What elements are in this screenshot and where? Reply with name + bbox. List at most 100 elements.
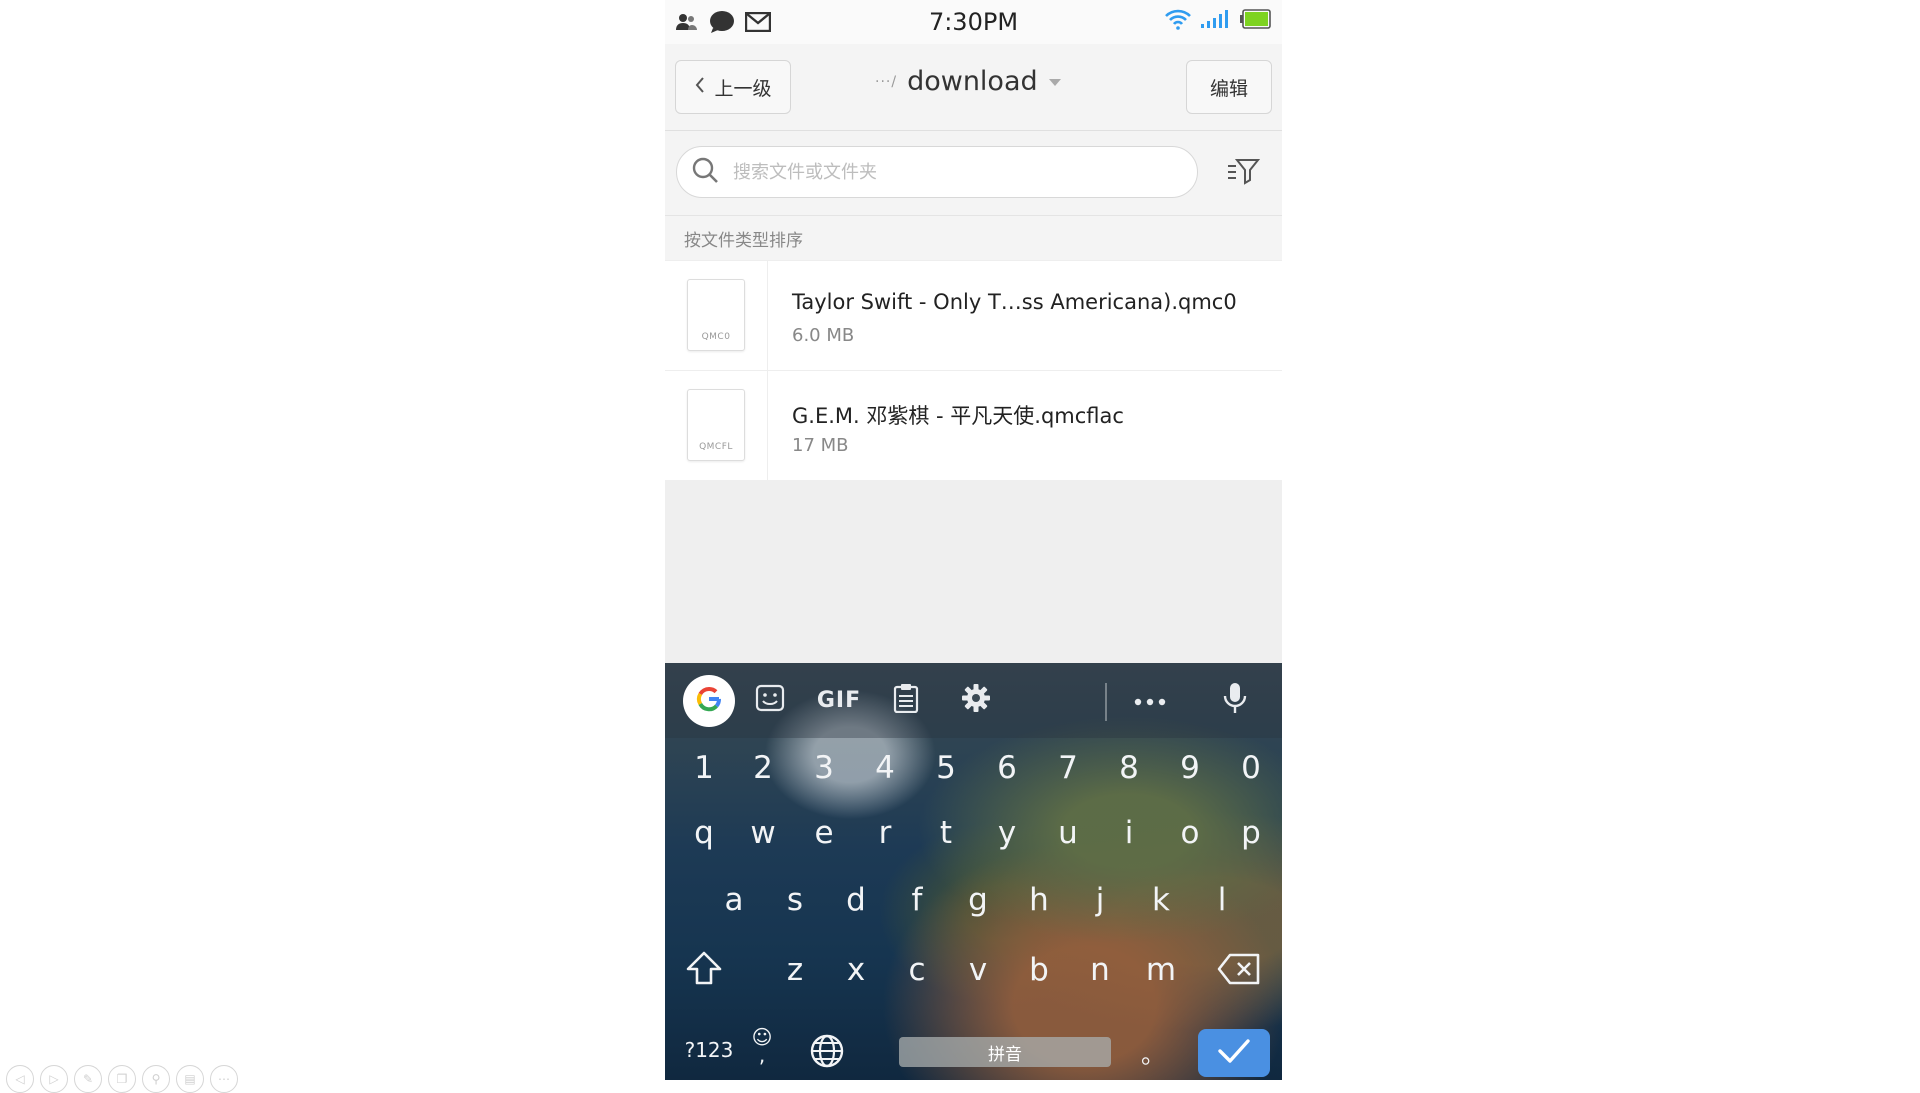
key-p[interactable]: p [1226,815,1276,851]
symbols-key[interactable]: ?123 [679,1038,739,1062]
google-icon [692,682,726,720]
period-key[interactable]: 。 [1133,1035,1173,1070]
search-icon [691,156,719,188]
key-e[interactable]: e [799,815,849,851]
globe-icon [809,1034,845,1077]
key-r[interactable]: r [860,815,910,851]
key-b[interactable]: b [1014,952,1064,988]
key-j[interactable]: j [1075,882,1125,918]
file-name: G.E.M. 邓紫棋 - 平凡天使.qmcflac [792,404,1124,428]
enter-button[interactable] [1198,1029,1270,1077]
key-k[interactable]: k [1136,882,1186,918]
key-o[interactable]: o [1165,815,1215,851]
path-ellipsis: ···/ [875,73,898,90]
key-v[interactable]: v [953,952,1003,988]
key-i[interactable]: i [1104,815,1154,851]
letter-row-3: z x c v b n m [665,938,1282,1008]
key-q[interactable]: q [679,815,729,851]
more-icon [1134,691,1166,710]
soft-keyboard: GIF 1 2 3 4 5 6 7 8 9 0 q w e r t y u i … [665,663,1282,1080]
file-icon: QMCFL [687,389,745,461]
key-h[interactable]: h [1014,882,1064,918]
file-list: QMC0 Taylor Swift - Only T…ss Americana)… [665,260,1282,480]
shift-key[interactable] [679,950,729,994]
gif-button[interactable]: GIF [809,675,869,725]
key-f[interactable]: f [892,882,942,918]
pen-icon[interactable]: ✎ [74,1065,102,1093]
key-n[interactable]: n [1075,952,1125,988]
key-2[interactable]: 2 [738,750,788,786]
shift-icon [684,951,724,994]
edit-button[interactable]: 编辑 [1186,60,1272,114]
space-bar[interactable]: 拼音 [899,1037,1111,1067]
key-y[interactable]: y [982,815,1032,851]
language-key[interactable] [807,1033,847,1077]
key-u[interactable]: u [1043,815,1093,851]
breadcrumb[interactable]: ···/ download [875,66,1062,97]
clipboard-icon [893,683,919,717]
key-t[interactable]: t [921,815,971,851]
slide-controls: ◁ ▷ ✎ ❐ ⚲ ▤ ⋯ [6,1065,238,1093]
key-1[interactable]: 1 [679,750,729,786]
filter-sort-button[interactable] [1226,156,1261,186]
key-a[interactable]: a [709,882,759,918]
back-label: 上一级 [714,77,772,100]
search-input[interactable] [731,160,1155,184]
signal-icon [1200,9,1232,33]
letter-row-2: a s d f g h j k l [665,868,1282,938]
key-7[interactable]: 7 [1043,750,1093,786]
key-d[interactable]: d [831,882,881,918]
key-9[interactable]: 9 [1165,750,1215,786]
keyboard-toolbar: GIF [665,663,1282,738]
key-x[interactable]: x [831,952,881,988]
title-bar: 上一级 ···/ download 编辑 [665,44,1282,131]
wifi-icon [1164,8,1192,34]
key-z[interactable]: z [770,952,820,988]
zoom-icon[interactable]: ⚲ [142,1065,170,1093]
file-icon-cell: QMC0 [665,261,768,370]
settings-button[interactable] [951,675,1001,725]
comma-label: , [758,1043,766,1067]
number-row: 1 2 3 4 5 6 7 8 9 0 [665,738,1282,803]
sticker-button[interactable] [745,675,795,725]
battery-icon [1240,9,1272,33]
slides-icon[interactable]: ❐ [108,1065,136,1093]
key-g[interactable]: g [953,882,1003,918]
sort-label: 按文件类型排序 [665,216,1282,260]
letter-row-1: q w e r t y u i o p [665,803,1282,868]
backspace-key[interactable] [1209,952,1269,994]
file-icon: QMC0 [687,279,745,351]
phone-screen: 7:30PM 上一级 ···/ download 编辑 搜索文件或文件夹 按文件… [665,0,1282,1080]
key-w[interactable]: w [738,815,788,851]
clipboard-button[interactable] [881,675,931,725]
check-icon [1217,1038,1251,1068]
toolbar-divider [1105,683,1107,721]
key-l[interactable]: l [1197,882,1247,918]
key-s[interactable]: s [770,882,820,918]
empty-area [665,480,1282,663]
mic-button[interactable] [1210,675,1260,725]
key-3[interactable]: 3 [799,750,849,786]
emoji-comma-key[interactable]: ☺ , [742,1027,782,1067]
next-icon[interactable]: ▷ [40,1065,68,1093]
google-button[interactable] [683,675,735,727]
more-button[interactable] [1125,675,1175,725]
search-box[interactable] [676,146,1198,198]
more-options-icon[interactable]: ⋯ [210,1065,238,1093]
key-6[interactable]: 6 [982,750,1032,786]
key-0[interactable]: 0 [1226,750,1276,786]
key-4[interactable]: 4 [860,750,910,786]
key-m[interactable]: m [1136,952,1186,988]
key-5[interactable]: 5 [921,750,971,786]
file-name: Taylor Swift - Only T…ss Americana).qmc0 [792,290,1237,314]
subtitle-icon[interactable]: ▤ [176,1065,204,1093]
chevron-left-icon [694,76,706,99]
prev-icon[interactable]: ◁ [6,1065,34,1093]
filter-icon [1226,159,1261,190]
back-button[interactable]: 上一级 [675,60,791,114]
sticker-icon [755,684,785,716]
file-row[interactable]: QMCFL G.E.M. 邓紫棋 - 平凡天使.qmcflac 17 MB [665,370,1282,480]
key-c[interactable]: c [892,952,942,988]
key-8[interactable]: 8 [1104,750,1154,786]
file-row[interactable]: QMC0 Taylor Swift - Only T…ss Americana)… [665,260,1282,370]
